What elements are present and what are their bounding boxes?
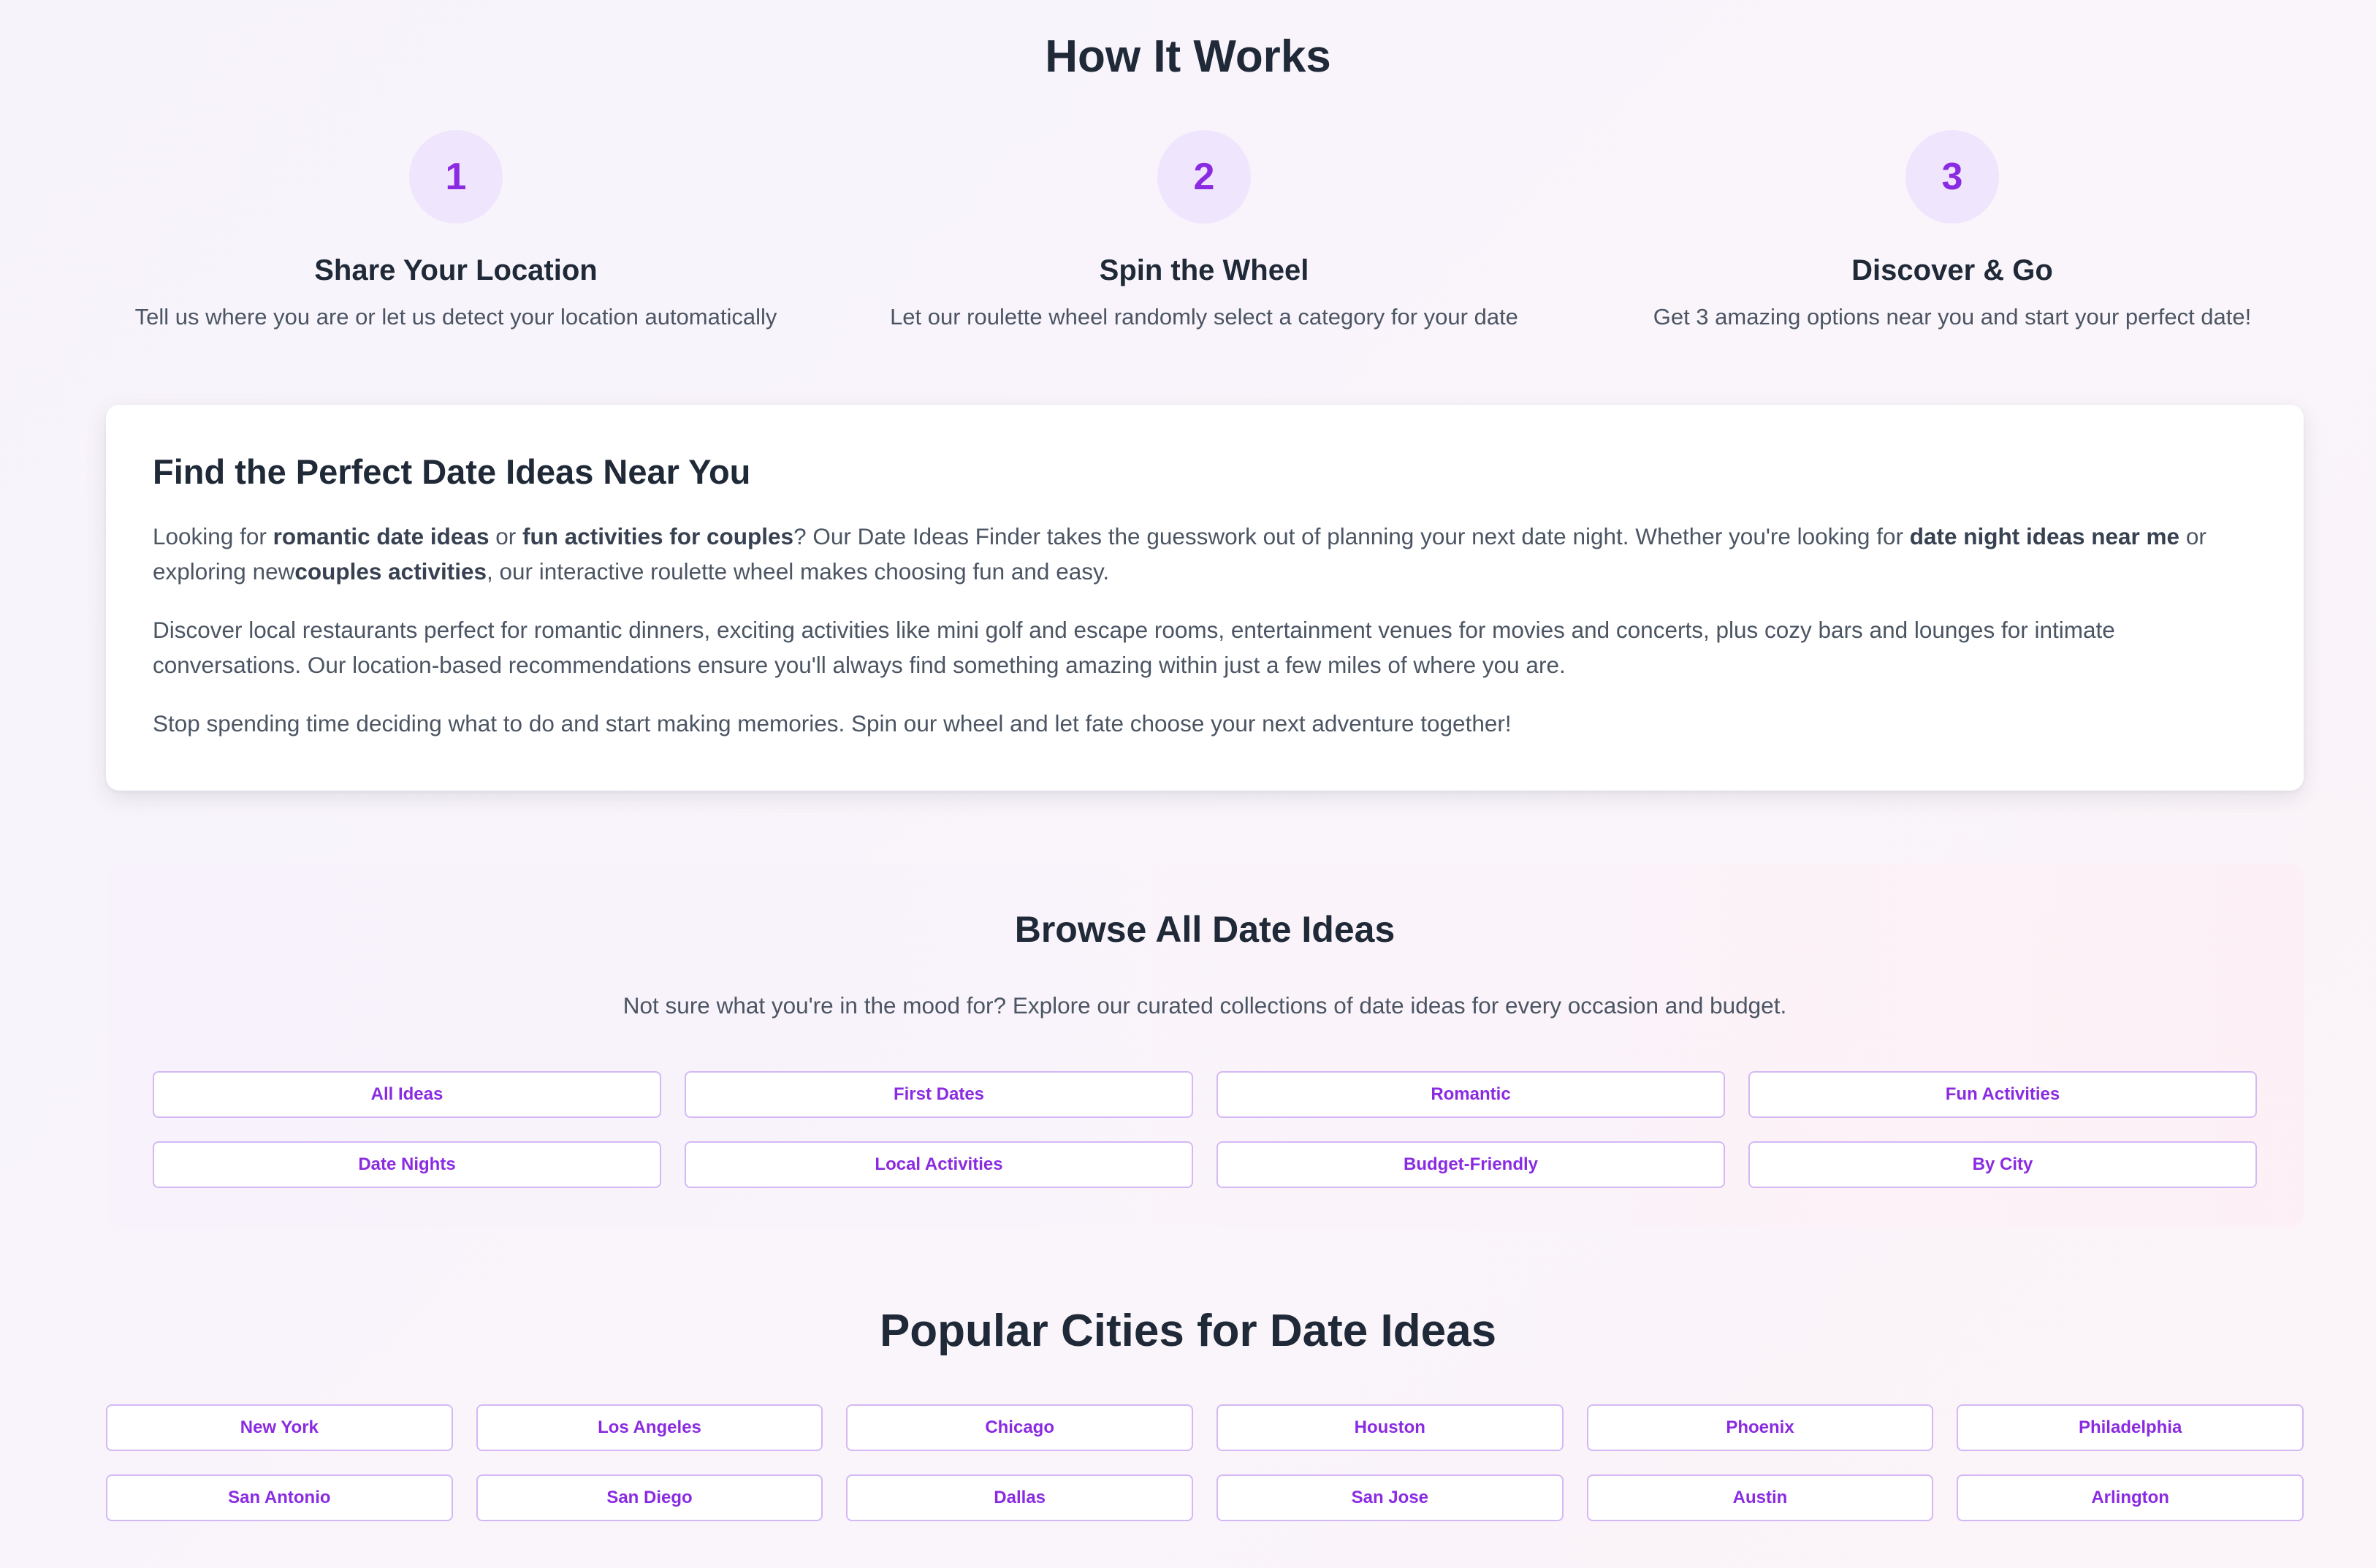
card-paragraph-intro: Looking for romantic date ideas or fun a… — [153, 519, 2257, 589]
bold-keyword: fun activities for couples — [522, 523, 794, 549]
city-philadelphia-button[interactable]: Philadelphia — [1957, 1404, 2304, 1451]
city-arlington-button[interactable]: Arlington — [1957, 1474, 2304, 1521]
step-number-badge: 2 — [1157, 130, 1251, 224]
step-spin-wheel: 2 Spin the Wheel Let our roulette wheel … — [839, 130, 1569, 333]
text-segment: or — [489, 523, 522, 549]
browse-button-grid: All Ideas First Dates Romantic Fun Activ… — [153, 1071, 2257, 1188]
step-description: Get 3 amazing options near you and start… — [1653, 304, 2252, 330]
browse-first-dates-button[interactable]: First Dates — [685, 1071, 1193, 1118]
city-houston-button[interactable]: Houston — [1216, 1404, 1564, 1451]
card-paragraph-discover: Discover local restaurants perfect for r… — [153, 617, 2115, 678]
browse-local-activities-button[interactable]: Local Activities — [685, 1141, 1193, 1188]
step-title: Discover & Go — [1851, 254, 2053, 286]
step-number-badge: 3 — [1905, 130, 1999, 224]
step-discover-go: 3 Discover & Go Get 3 amazing options ne… — [1587, 130, 2318, 333]
city-phoenix-button[interactable]: Phoenix — [1586, 1404, 1934, 1451]
city-san-antonio-button[interactable]: San Antonio — [106, 1474, 453, 1521]
browse-title: Browse All Date Ideas — [1014, 909, 1395, 950]
browse-subtitle: Not sure what you're in the mood for? Ex… — [622, 992, 1787, 1019]
city-san-diego-button[interactable]: San Diego — [476, 1474, 823, 1521]
browse-all-ideas-button[interactable]: All Ideas — [153, 1071, 661, 1118]
how-it-works-title: How It Works — [1045, 31, 1331, 82]
step-title: Spin the Wheel — [1099, 254, 1309, 286]
city-austin-button[interactable]: Austin — [1586, 1474, 1934, 1521]
browse-romantic-button[interactable]: Romantic — [1216, 1071, 1725, 1118]
step-number-badge: 1 — [409, 130, 503, 224]
text-segment: Looking for — [153, 523, 273, 549]
text-segment: ? Our Date Ideas Finder takes the guessw… — [793, 523, 1910, 549]
text-segment: , our interactive roulette wheel makes c… — [487, 558, 1110, 585]
city-chicago-button[interactable]: Chicago — [846, 1404, 1193, 1451]
browse-budget-friendly-button[interactable]: Budget-Friendly — [1216, 1141, 1725, 1188]
browse-date-nights-button[interactable]: Date Nights — [153, 1141, 661, 1188]
bold-keyword: couples activities — [294, 558, 487, 585]
page: How It Works 1 Share Your Location Tell … — [0, 0, 2376, 1568]
city-san-jose-button[interactable]: San Jose — [1216, 1474, 1564, 1521]
browse-section: Browse All Date Ideas Not sure what you'… — [106, 864, 2304, 1228]
browse-by-city-button[interactable]: By City — [1748, 1141, 2257, 1188]
step-title: Share Your Location — [314, 254, 598, 286]
city-los-angeles-button[interactable]: Los Angeles — [476, 1404, 823, 1451]
browse-fun-activities-button[interactable]: Fun Activities — [1748, 1071, 2257, 1118]
step-share-location: 1 Share Your Location Tell us where you … — [91, 130, 821, 333]
cities-button-grid: New York Los Angeles Chicago Houston Pho… — [106, 1404, 2304, 1521]
step-description: Tell us where you are or let us detect y… — [134, 304, 777, 330]
card-title: Find the Perfect Date Ideas Near You — [153, 452, 751, 491]
city-dallas-button[interactable]: Dallas — [846, 1474, 1193, 1521]
city-new-york-button[interactable]: New York — [106, 1404, 453, 1451]
bold-keyword: date night ideas near me — [1909, 523, 2180, 549]
find-date-ideas-card: Find the Perfect Date Ideas Near You Loo… — [106, 405, 2304, 791]
step-description: Let our roulette wheel randomly select a… — [890, 304, 1518, 330]
bold-keyword: romantic date ideas — [273, 523, 490, 549]
card-paragraph-cta: Stop spending time deciding what to do a… — [153, 710, 1512, 737]
popular-cities-title: Popular Cities for Date Ideas — [879, 1306, 1497, 1356]
